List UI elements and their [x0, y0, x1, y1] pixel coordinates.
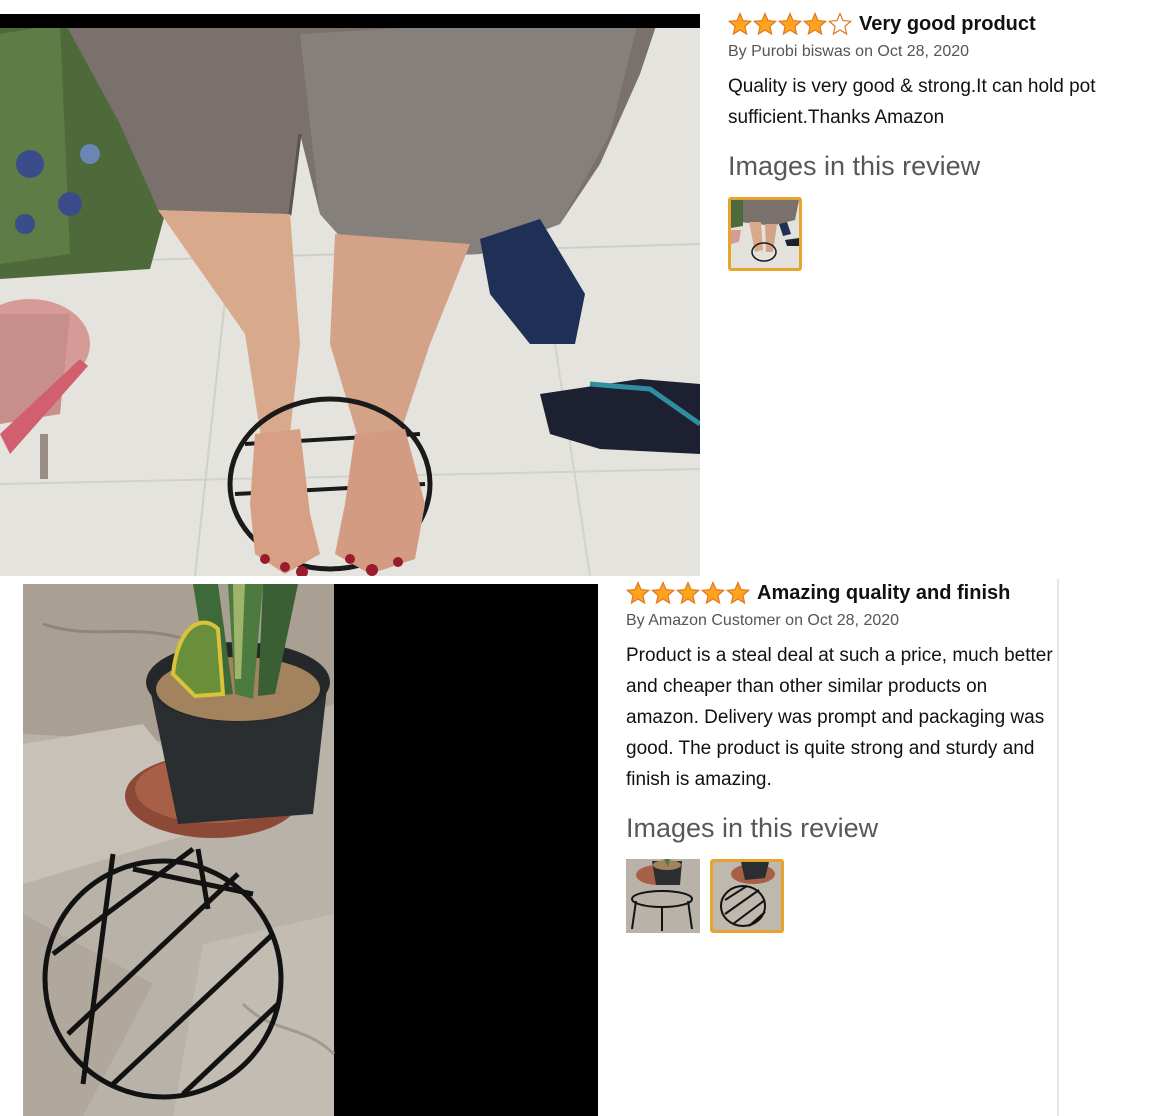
review-1: Very good product By Purobi biswas on Oc… — [728, 10, 1155, 271]
review-2-photo[interactable] — [23, 584, 598, 1116]
review-1-body-line: Quality is very good & strong.It can hol… — [728, 76, 1096, 97]
review-1-thumbnails — [728, 197, 1155, 271]
review-1-body: Quality is very good & strong.It can hol… — [728, 71, 1155, 133]
filled-star-icon — [753, 12, 777, 36]
pot-and-plant-stand-image — [23, 584, 598, 1116]
review-1-thumbnail-1[interactable] — [728, 197, 802, 271]
review-2-star-rating — [626, 581, 751, 605]
filled-star-icon — [676, 581, 700, 605]
filled-star-icon — [803, 12, 827, 36]
review-2-title-row: Amazing quality and finish — [626, 579, 1058, 607]
review-2-byline: By Amazon Customer on Oct 28, 2020 — [626, 612, 900, 629]
review-2-images-label: Images in this review — [626, 813, 879, 843]
review-1-photo[interactable] — [0, 14, 700, 576]
feet-on-stand-thumbnail — [731, 200, 799, 268]
review-2-thumbnail-2[interactable] — [710, 859, 784, 933]
review-1-title[interactable]: Very good product — [859, 13, 1036, 36]
review-2-thumbnails — [626, 859, 1058, 933]
review-2: Amazing quality and finish By Amazon Cus… — [626, 579, 1058, 933]
pot-and-stand-thumbnail — [626, 859, 700, 933]
filled-star-icon — [778, 12, 802, 36]
filled-star-icon — [651, 581, 675, 605]
review-1-title-row: Very good product — [728, 10, 1155, 38]
empty-star-icon — [828, 12, 852, 36]
filled-star-icon — [626, 581, 650, 605]
review-2-thumbnail-1[interactable] — [626, 859, 700, 933]
review-2-body: Product is a steal deal at such a price,… — [626, 645, 1053, 790]
review-1-star-rating — [728, 12, 853, 36]
review-1-body-line: sufficient.Thanks Amazon — [728, 107, 945, 128]
filled-star-icon — [728, 12, 752, 36]
filled-star-icon — [701, 581, 725, 605]
review-1-byline: By Purobi biswas on Oct 28, 2020 — [728, 43, 970, 60]
filled-star-icon — [726, 581, 750, 605]
review-1-images-label: Images in this review — [728, 151, 981, 181]
feet-on-plant-stand-image — [0, 14, 700, 576]
stand-closeup-thumbnail — [713, 862, 781, 930]
review-2-title[interactable]: Amazing quality and finish — [757, 582, 1010, 605]
